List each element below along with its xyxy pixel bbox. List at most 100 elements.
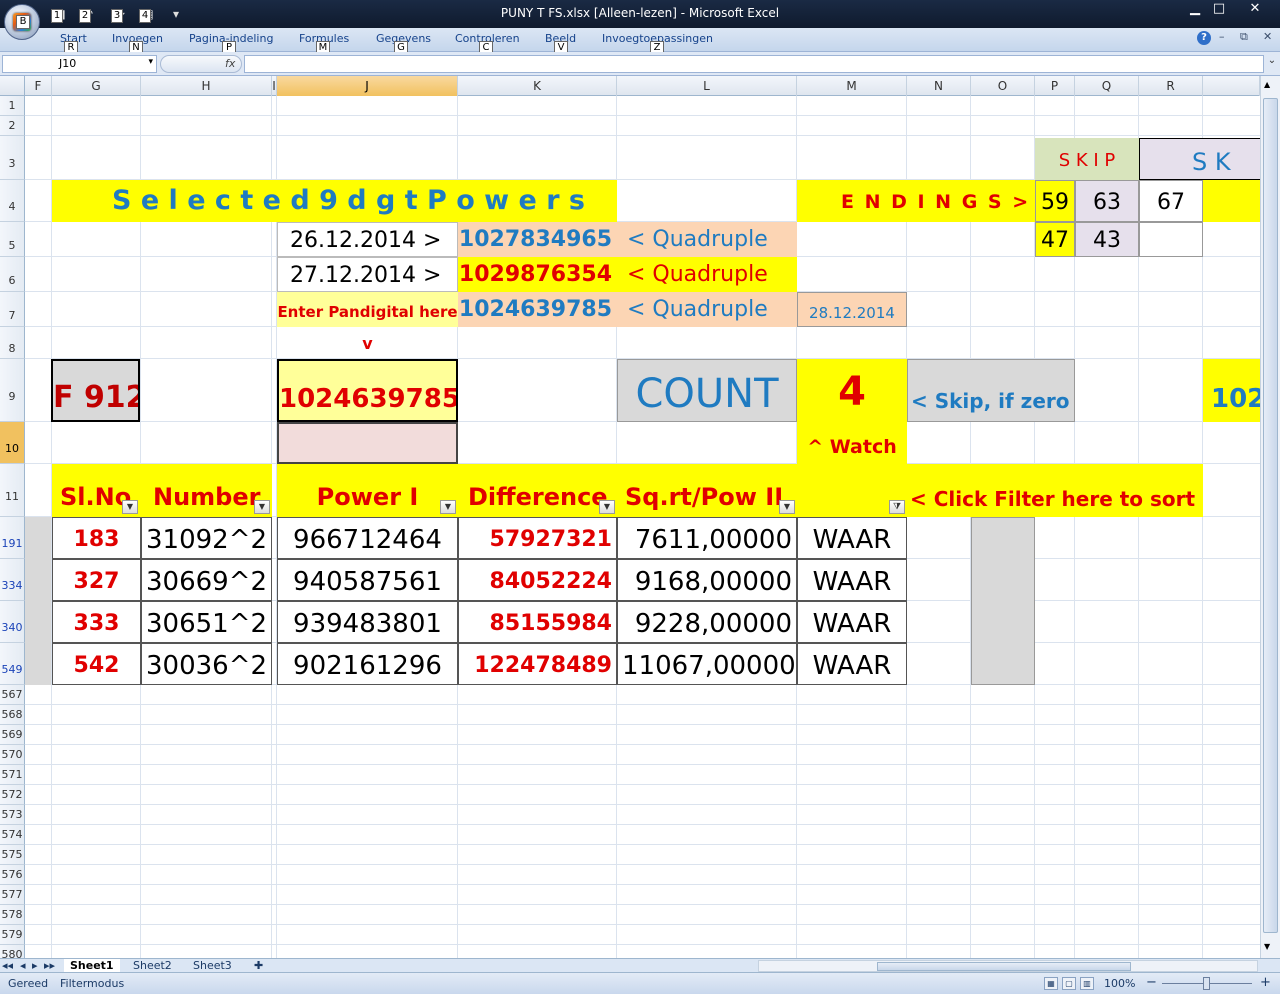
cell-number[interactable]: 31092^2: [141, 517, 272, 559]
skip-label-cell-2[interactable]: S K: [1139, 138, 1260, 180]
prev-sheet-icon[interactable]: ◂: [18, 959, 28, 973]
partial-value-cell[interactable]: 102: [1203, 359, 1260, 422]
row-header[interactable]: 578: [0, 905, 25, 925]
cell-flag[interactable]: WAAR: [797, 517, 907, 559]
cell-number[interactable]: 30669^2: [141, 559, 272, 601]
cell-difference[interactable]: 84052224: [458, 559, 617, 601]
row-header[interactable]: 7: [0, 292, 25, 327]
cell-difference[interactable]: 85155984: [458, 601, 617, 643]
date-cell[interactable]: 26.12.2014 >: [277, 222, 458, 257]
tab-formules[interactable]: Formules M: [299, 32, 349, 55]
tab-controleren[interactable]: Controleren C: [455, 32, 520, 55]
ending-cell[interactable]: 47: [1035, 222, 1075, 257]
ending-cell[interactable]: 63: [1075, 180, 1139, 222]
chevron-down-icon[interactable]: ▾: [148, 57, 153, 67]
cell-power[interactable]: 939483801: [277, 601, 458, 643]
normal-view-icon[interactable]: ▦: [1044, 977, 1058, 990]
cell-sqrt[interactable]: 9228,00000: [617, 601, 797, 643]
cell-flag[interactable]: WAAR: [797, 559, 907, 601]
ending-cell[interactable]: 43: [1075, 222, 1139, 257]
row-header[interactable]: 3: [0, 136, 25, 180]
cell-sqrt[interactable]: 7611,00000: [617, 517, 797, 559]
horizontal-scroll-thumb[interactable]: [877, 962, 1131, 971]
workbook-close-button[interactable]: ✕: [1263, 30, 1272, 43]
tab-sheet2[interactable]: Sheet2: [127, 959, 178, 973]
filter-dropdown-icon[interactable]: ▼: [440, 500, 456, 514]
column-header[interactable]: H: [141, 76, 272, 96]
date-cell[interactable]: 28.12.2014: [797, 292, 907, 327]
row-header[interactable]: 571: [0, 765, 25, 785]
column-header[interactable]: Q: [1075, 76, 1139, 96]
scroll-up-icon[interactable]: ▲: [1264, 80, 1270, 89]
filter-active-icon[interactable]: ⧩: [889, 500, 905, 514]
cell-difference[interactable]: 57927321: [458, 517, 617, 559]
row-header[interactable]: 5: [0, 222, 25, 257]
cell-power[interactable]: 940587561: [277, 559, 458, 601]
row-header[interactable]: 11: [0, 464, 25, 517]
select-all-corner[interactable]: [0, 76, 25, 96]
cell-difference[interactable]: 122478489: [458, 643, 617, 685]
name-box[interactable]: J10 ▾: [2, 55, 157, 73]
tab-gegevens[interactable]: Gegevens G: [376, 32, 431, 55]
close-button[interactable]: ✕: [1244, 1, 1266, 17]
first-sheet-icon[interactable]: ◂◂: [0, 959, 15, 973]
cell-slno[interactable]: 183: [52, 517, 141, 559]
scroll-down-icon[interactable]: ▼: [1264, 942, 1270, 951]
row-header[interactable]: 4: [0, 180, 25, 222]
cell-flag[interactable]: WAAR: [797, 601, 907, 643]
vertical-scrollbar[interactable]: ▲ ▼: [1260, 76, 1280, 958]
header-number[interactable]: Number: [141, 464, 272, 517]
pandigital-cell[interactable]: 1029876354: [458, 257, 617, 292]
workbook-minimize-button[interactable]: –: [1219, 30, 1225, 43]
pandigital-cell[interactable]: 1027834965: [458, 222, 617, 257]
cell-number[interactable]: 30036^2: [141, 643, 272, 685]
minimize-button[interactable]: ▁: [1184, 1, 1206, 17]
column-header[interactable]: P: [1035, 76, 1075, 96]
active-cell-j10[interactable]: [277, 422, 458, 464]
row-header[interactable]: 334: [0, 559, 25, 601]
row-header[interactable]: 569: [0, 725, 25, 745]
header-sqrt[interactable]: Sq.rt/Pow II: [617, 464, 797, 517]
row-header[interactable]: 549: [0, 643, 25, 685]
next-sheet-icon[interactable]: ▸: [30, 959, 40, 973]
header-power[interactable]: Power I: [277, 464, 458, 517]
row-header[interactable]: 340: [0, 601, 25, 643]
column-header[interactable]: G: [52, 76, 141, 96]
column-header[interactable]: K: [458, 76, 617, 96]
row-header[interactable]: 8: [0, 327, 25, 359]
tab-invoegtoepassingen[interactable]: Invoegtoepassingen Z: [602, 32, 713, 55]
row-header[interactable]: 9: [0, 359, 25, 422]
filter-dropdown-icon[interactable]: ▼: [122, 500, 138, 514]
cell-slno[interactable]: 333: [52, 601, 141, 643]
tab-start[interactable]: Start R: [60, 32, 87, 55]
date-cell[interactable]: 27.12.2014 >: [277, 257, 458, 292]
cell-sqrt[interactable]: 9168,00000: [617, 559, 797, 601]
workbook-restore-button[interactable]: ⧉: [1240, 30, 1248, 44]
column-header[interactable]: [1203, 76, 1260, 96]
cell-slno[interactable]: 542: [52, 643, 141, 685]
row-header[interactable]: 575: [0, 845, 25, 865]
cell-flag[interactable]: WAAR: [797, 643, 907, 685]
expand-formula-bar-icon[interactable]: ⌄: [1266, 55, 1278, 73]
row-header[interactable]: 577: [0, 885, 25, 905]
column-header[interactable]: N: [907, 76, 971, 96]
ending-cell[interactable]: 59: [1035, 180, 1075, 222]
column-header[interactable]: M: [797, 76, 907, 96]
maximize-button[interactable]: □: [1208, 1, 1230, 17]
quadruple-cell[interactable]: < Quadruple: [617, 257, 797, 292]
filter-dropdown-icon[interactable]: ▼: [779, 500, 795, 514]
help-icon[interactable]: ?: [1197, 31, 1211, 45]
row-header[interactable]: 570: [0, 745, 25, 765]
row-header[interactable]: 191: [0, 517, 25, 559]
zoom-slider-knob[interactable]: [1203, 977, 1210, 990]
last-sheet-icon[interactable]: ▸▸: [42, 959, 57, 973]
row-header[interactable]: 579: [0, 925, 25, 945]
endings-cell[interactable]: E N D I N G S >: [797, 180, 1035, 222]
filter-dropdown-icon[interactable]: ▼: [599, 500, 615, 514]
row-header[interactable]: 573: [0, 805, 25, 825]
zoom-out-icon[interactable]: −: [1146, 975, 1157, 990]
skip-note-cell[interactable]: < Skip, if zero: [907, 359, 1075, 422]
column-header[interactable]: F: [25, 76, 52, 96]
skip-label-cell[interactable]: S K I P: [1035, 138, 1139, 180]
cell-slno[interactable]: 327: [52, 559, 141, 601]
